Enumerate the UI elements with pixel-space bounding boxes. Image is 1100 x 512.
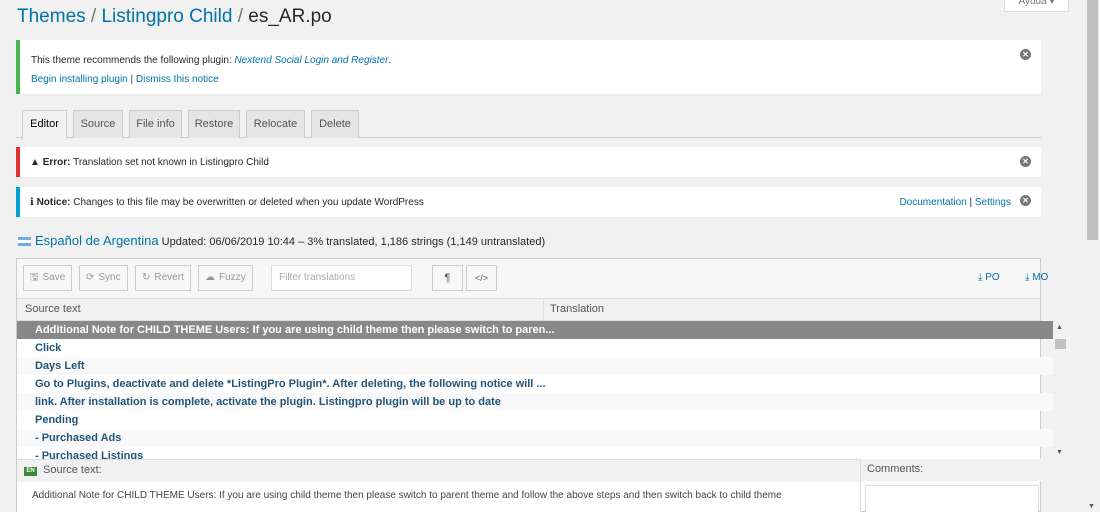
scroll-up-icon[interactable]: ▲: [1056, 324, 1063, 331]
info-notice: ℹ Notice: Changes to this file may be ov…: [16, 187, 1041, 217]
save-icon: 🖫: [30, 272, 39, 283]
list-item[interactable]: Days Left: [17, 357, 1053, 375]
comments-textarea[interactable]: [865, 485, 1039, 512]
list-item[interactable]: Additional Note for CHILD THEME Users: I…: [17, 321, 1053, 339]
breadcrumb-themes-link[interactable]: Themes: [17, 6, 86, 27]
tab-relocate[interactable]: Relocate: [246, 110, 305, 138]
sync-icon: ⟳: [86, 272, 95, 283]
download-mo-button[interactable]: ⤓ MO: [1025, 272, 1048, 283]
translation-column-header[interactable]: Translation: [550, 303, 604, 315]
tab-file-info[interactable]: File info: [129, 110, 182, 138]
editor-tabs: Editor Source File info Restore Relocate…: [16, 110, 1041, 139]
breadcrumb-file: es_AR.po: [248, 6, 332, 27]
language-badge: EN: [24, 467, 37, 476]
language-header: Español de Argentina Updated: 06/06/2019…: [18, 233, 545, 248]
list-item[interactable]: Click: [17, 339, 1053, 357]
column-divider[interactable]: [543, 299, 544, 320]
save-button[interactable]: 🖫 Save: [23, 265, 73, 291]
string-list: Additional Note for CHILD THEME Users: I…: [17, 321, 1053, 459]
list-item[interactable]: - Purchased Ads: [17, 429, 1053, 447]
page-scrollbar[interactable]: ▼: [1085, 0, 1100, 512]
cloud-icon: ☁: [205, 272, 215, 283]
scroll-down-icon[interactable]: ▼: [1056, 449, 1063, 456]
fuzzy-button[interactable]: ☁ Fuzzy: [198, 265, 253, 291]
download-po-button[interactable]: ⤓ PO: [978, 272, 1000, 283]
list-item[interactable]: - Purchased Listings: [17, 447, 1053, 459]
close-icon[interactable]: ✕: [1020, 195, 1031, 206]
revert-icon: ↻: [142, 272, 151, 283]
error-notice: ▲ Error: Translation set not known in Li…: [16, 147, 1041, 177]
breadcrumb-separator: /: [85, 6, 102, 27]
filter-translations-input[interactable]: Filter translations: [271, 265, 412, 291]
close-icon[interactable]: ✕: [1020, 49, 1031, 60]
list-scrollbar[interactable]: ▲ ▼: [1053, 321, 1068, 459]
close-icon[interactable]: ✕: [1020, 156, 1031, 167]
language-name-link[interactable]: Español de Argentina: [35, 233, 159, 248]
pilcrow-toggle-button[interactable]: ¶: [432, 265, 463, 291]
editor-toolbar: 🖫 Save ⟳ Sync ↻ Revert ☁ Fuzzy Filter transl…: [17, 259, 1048, 299]
tab-source[interactable]: Source: [73, 110, 123, 138]
scrollbar-thumb[interactable]: [1087, 0, 1098, 240]
tab-delete[interactable]: Delete: [311, 110, 359, 138]
tab-editor[interactable]: Editor: [22, 110, 67, 139]
install-plugin-link[interactable]: Begin installing plugin: [31, 74, 128, 85]
tab-restore[interactable]: Restore: [188, 110, 240, 138]
argentina-flag-icon: [18, 237, 31, 246]
notice-text: This theme recommends the following plug…: [31, 55, 235, 66]
source-text-label: Source text:: [43, 464, 102, 476]
help-tab[interactable]: Ayuda ▾: [1004, 0, 1069, 12]
page-title: Themes / Listingpro Child / es_AR.po: [17, 6, 332, 28]
list-item[interactable]: Go to Plugins, deactivate and delete *Li…: [17, 375, 1053, 393]
sync-button[interactable]: ⟳ Sync: [79, 265, 128, 291]
warning-icon: ▲: [30, 157, 43, 168]
plugin-link[interactable]: Nextend Social Login and Register: [234, 55, 388, 66]
info-icon: ℹ: [30, 197, 37, 208]
source-text-panel: EN Source text: Additional Note for CHIL…: [17, 459, 860, 512]
column-headers: Source text Translation: [17, 299, 1040, 321]
plugin-recommendation-notice: This theme recommends the following plug…: [16, 40, 1041, 94]
breadcrumb-theme-link[interactable]: Listingpro Child: [101, 6, 232, 27]
comments-panel: Comments:: [860, 459, 1042, 512]
translation-editor: 🖫 Save ⟳ Sync ↻ Revert ☁ Fuzzy Filter transl…: [16, 258, 1068, 512]
code-view-button[interactable]: </>: [466, 265, 497, 291]
scroll-down-icon[interactable]: ▼: [1088, 503, 1095, 510]
source-text-value: Additional Note for CHILD THEME Users: I…: [32, 490, 782, 501]
breadcrumb-separator: /: [232, 6, 249, 27]
revert-button[interactable]: ↻ Revert: [135, 265, 191, 291]
dismiss-notice-link[interactable]: Dismiss this notice: [136, 74, 219, 85]
settings-link[interactable]: Settings: [975, 197, 1011, 208]
source-column-header[interactable]: Source text: [25, 303, 81, 315]
list-item[interactable]: link. After installation is complete, ac…: [17, 393, 1053, 411]
language-meta: Updated: 06/06/2019 10:44 – 3% translate…: [161, 236, 546, 248]
list-item[interactable]: Pending: [17, 411, 1053, 429]
comments-label: Comments:: [861, 459, 1042, 481]
scrollbar-thumb[interactable]: [1055, 339, 1066, 349]
documentation-link[interactable]: Documentation: [899, 197, 966, 208]
